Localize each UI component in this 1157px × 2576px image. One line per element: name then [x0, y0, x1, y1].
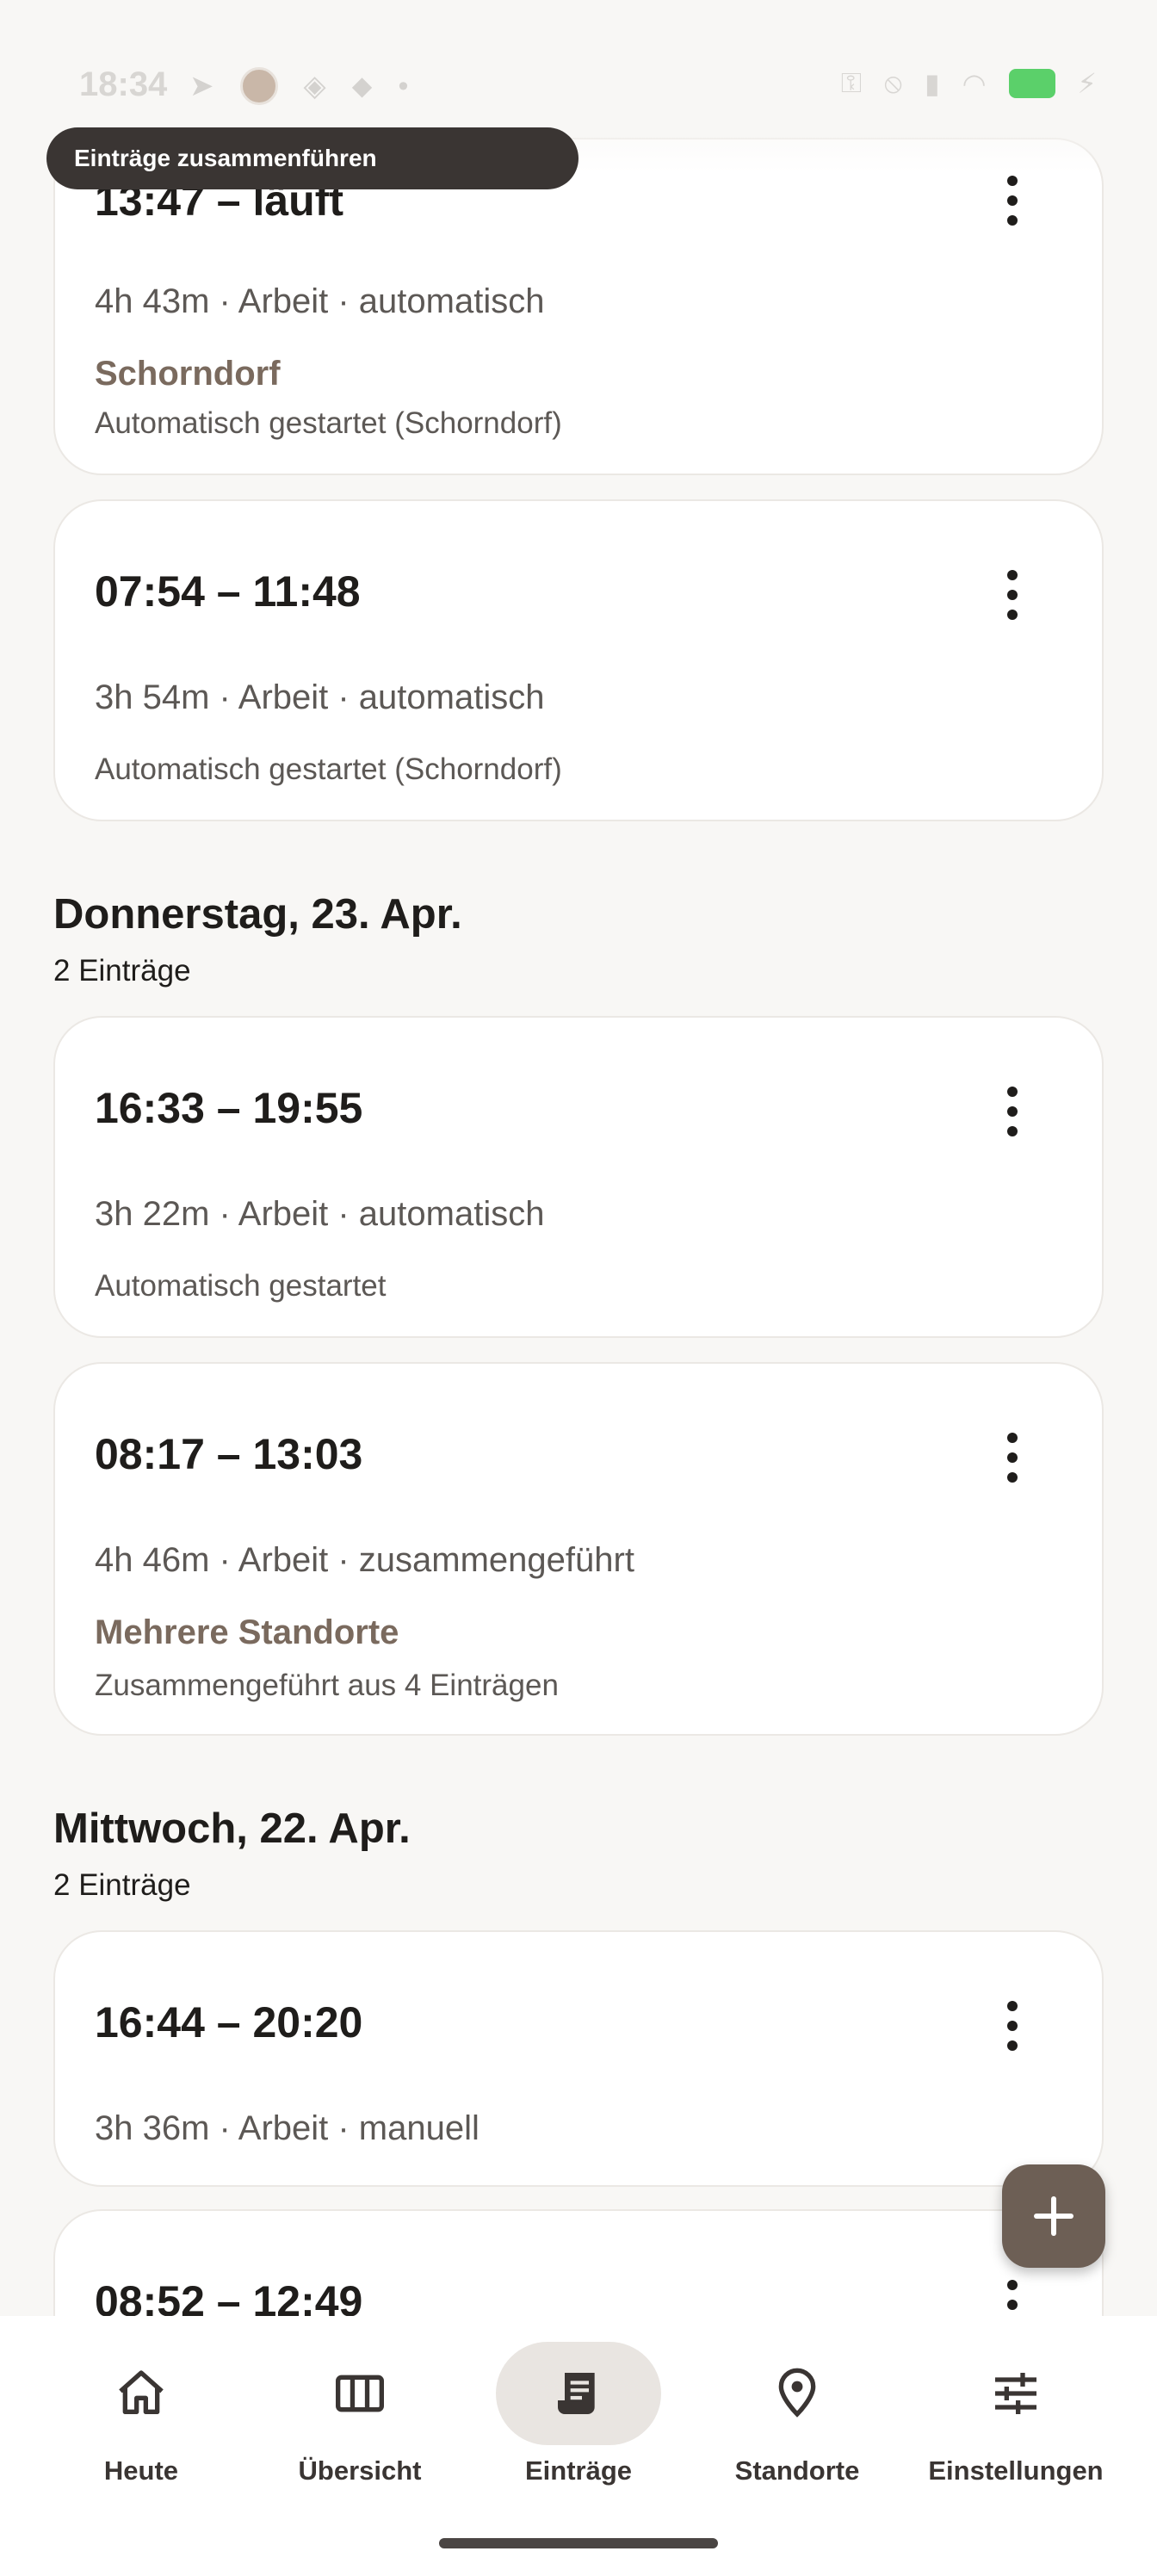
nav-label: Übersicht — [298, 2455, 422, 2486]
charging-icon: ⚡ — [1077, 68, 1097, 99]
home-indicator[interactable] — [439, 2538, 718, 2548]
receipt-icon — [558, 2373, 595, 2414]
signal-icon: ▮ — [925, 68, 940, 99]
day-header: Mittwoch, 22. Apr. — [53, 1805, 411, 1852]
nav-item-heute[interactable]: Heute — [29, 2342, 253, 2488]
more-options-icon[interactable] — [1005, 1433, 1019, 1483]
nav-item-uebersicht[interactable]: Übersicht — [248, 2342, 472, 2488]
entry-note: Automatisch gestartet (Schorndorf) — [95, 752, 562, 786]
merge-tooltip: Einträge zusammenführen — [46, 127, 578, 189]
nav-item-standorte[interactable]: Standorte — [685, 2342, 909, 2488]
nav-label: Standorte — [734, 2455, 860, 2486]
avatar — [239, 67, 278, 105]
home-icon — [119, 2370, 164, 2414]
dot-icon: • — [398, 69, 409, 102]
entry-card[interactable]: 16:33 – 19:55 3h 22m · Arbeit · automati… — [53, 1016, 1104, 1338]
nav-item-eintraege[interactable]: Einträge — [467, 2342, 690, 2488]
entry-meta: 3h 22m · Arbeit · automatisch — [95, 1195, 545, 1233]
more-options-icon[interactable] — [1005, 2001, 1019, 2051]
mute-icon: ⦸ — [884, 67, 902, 98]
more-options-icon[interactable] — [1005, 570, 1019, 620]
nav-label: Heute — [103, 2455, 179, 2486]
location-pin-icon — [778, 2368, 816, 2418]
add-entry-button[interactable] — [1002, 2164, 1105, 2268]
day-entry-count: 2 Einträge — [53, 954, 191, 988]
nfc-icon: ◈ — [303, 70, 326, 102]
sliders-icon — [995, 2373, 1036, 2414]
entry-card[interactable]: 08:17 – 13:03 4h 46m · Arbeit · zusammen… — [53, 1362, 1104, 1736]
entry-time: 16:44 – 20:20 — [95, 1998, 363, 2047]
day-entry-count: 2 Einträge — [53, 1868, 191, 1902]
nav-label: Einträge — [524, 2455, 633, 2486]
status-time: 18:34 — [79, 65, 168, 103]
entry-note: Automatisch gestartet — [95, 1269, 387, 1303]
entry-time: 08:17 – 13:03 — [95, 1430, 363, 1478]
bottom-navigation: Heute Übersicht Einträge Standorte Einst… — [0, 2316, 1157, 2576]
battery-icon — [1008, 69, 1055, 98]
more-options-icon[interactable] — [1005, 176, 1019, 226]
entry-time: 07:54 – 11:48 — [95, 567, 361, 616]
entry-meta: 4h 46m · Arbeit · zusammengeführt — [95, 1541, 634, 1579]
entry-meta: 3h 54m · Arbeit · automatisch — [95, 678, 545, 716]
columns-icon — [336, 2375, 384, 2412]
entry-meta: 4h 43m · Arbeit · automatisch — [95, 282, 545, 320]
entry-card[interactable]: 16:44 – 20:20 3h 36m · Arbeit · manuell — [53, 1930, 1104, 2187]
entry-location: Schorndorf — [95, 355, 281, 393]
day-header: Donnerstag, 23. Apr. — [53, 891, 462, 938]
nav-item-einstellungen[interactable]: Einstellungen — [904, 2342, 1128, 2488]
location-icon: ⬥ — [351, 69, 373, 102]
entry-meta: 3h 36m · Arbeit · manuell — [95, 2109, 480, 2147]
entry-note: Automatisch gestartet (Schorndorf) — [95, 406, 562, 440]
telegram-icon: ➤ — [189, 70, 214, 102]
entry-location: Mehrere Standorte — [95, 1613, 399, 1651]
entry-note: Zusammengeführt aus 4 Einträgen — [95, 1669, 559, 1702]
wifi-icon: ◠ — [962, 68, 987, 99]
more-options-icon[interactable] — [1005, 1087, 1019, 1136]
entry-time: 16:33 – 19:55 — [95, 1084, 363, 1132]
entry-card[interactable]: 07:54 – 11:48 3h 54m · Arbeit · automati… — [53, 499, 1104, 821]
key-icon: ⚿ — [840, 67, 863, 98]
nav-label: Einstellungen — [928, 2455, 1104, 2486]
plus-icon — [1034, 2196, 1073, 2236]
